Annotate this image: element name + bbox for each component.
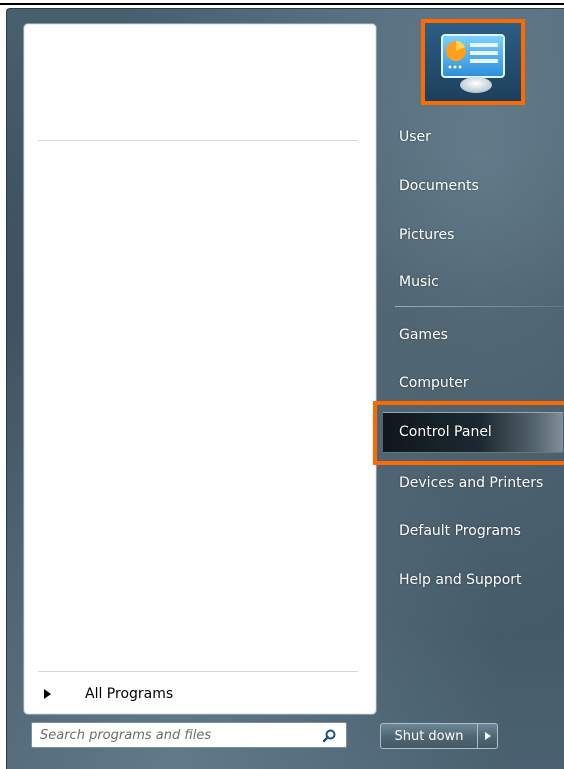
menu-item-pictures[interactable]: Pictures	[391, 220, 564, 250]
shut-down-label: Shut down	[394, 728, 464, 744]
menu-item-label: User	[399, 129, 431, 145]
menu-item-label: Default Programs	[399, 523, 521, 539]
menu-item-label: Documents	[399, 178, 479, 194]
search-icon[interactable]	[322, 728, 336, 743]
menu-item-label: Help and Support	[399, 572, 522, 588]
left-pane-separator-bottom	[38, 671, 358, 672]
search-box[interactable]	[31, 722, 347, 748]
menu-item-label: Games	[399, 327, 448, 343]
menu-item-computer[interactable]: Computer	[391, 368, 564, 398]
menu-item-documents[interactable]: Documents	[391, 171, 564, 201]
menu-item-user[interactable]: User	[391, 122, 564, 152]
shut-down-button[interactable]: Shut down	[380, 723, 478, 749]
start-menu: All Programs User Documents Pictures Mus…	[6, 8, 564, 769]
right-pane-separator	[395, 306, 564, 307]
left-pane-separator-top	[38, 140, 358, 141]
top-border-line	[0, 3, 564, 5]
menu-item-default-programs[interactable]: Default Programs	[391, 516, 564, 546]
all-programs-label: All Programs	[85, 686, 174, 702]
search-input[interactable]	[32, 727, 318, 743]
menu-item-games[interactable]: Games	[391, 320, 564, 350]
triangle-right-icon	[484, 732, 491, 740]
control-panel-user-picture-icon	[432, 29, 514, 95]
menu-item-label: Devices and Printers	[399, 475, 544, 491]
menu-item-devices-and-printers[interactable]: Devices and Printers	[391, 468, 564, 498]
menu-item-label: Pictures	[399, 227, 455, 243]
left-pane: All Programs	[23, 23, 377, 715]
menu-item-label: Music	[399, 274, 439, 290]
user-picture-button[interactable]	[421, 19, 525, 105]
menu-item-music[interactable]: Music	[391, 267, 564, 297]
shut-down-options-button[interactable]	[478, 723, 498, 749]
menu-item-help-and-support[interactable]: Help and Support	[391, 565, 564, 595]
control-panel-highlight-box	[373, 401, 564, 465]
all-programs-button[interactable]: All Programs	[38, 680, 358, 708]
menu-item-label: Computer	[399, 375, 469, 391]
start-menu-screen: All Programs User Documents Pictures Mus…	[0, 0, 564, 769]
triangle-right-icon	[44, 689, 51, 699]
